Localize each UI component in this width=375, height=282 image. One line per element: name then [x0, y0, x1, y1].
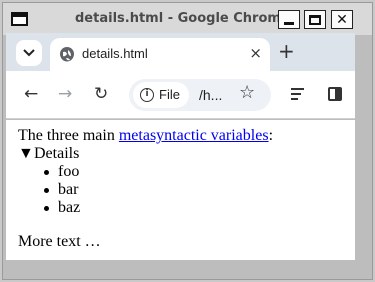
- close-icon: ✕: [336, 11, 348, 28]
- page-content: The three main metasyntactic variables: …: [6, 120, 355, 260]
- url-text[interactable]: /h...: [199, 87, 222, 103]
- title-bar: details.html - Google Chrome ✕: [3, 3, 372, 35]
- reading-list-icon[interactable]: [291, 88, 305, 100]
- summary-label: Details: [34, 145, 80, 162]
- info-icon: i: [140, 88, 154, 102]
- window-title: details.html - Google Chrome: [75, 11, 290, 26]
- tab-search-button[interactable]: [16, 40, 42, 66]
- maximize-icon: [309, 14, 321, 25]
- intro-paragraph: The three main metasyntactic variables:: [18, 127, 355, 145]
- tab-details[interactable]: details.html ×: [50, 38, 270, 71]
- intro-text: The three main: [18, 127, 119, 144]
- intro-suffix: :: [268, 127, 274, 144]
- details-summary[interactable]: ▼Details: [18, 145, 355, 163]
- chevron-down-icon: [23, 49, 35, 57]
- list-item: baz: [42, 199, 355, 217]
- tab-close-icon[interactable]: ×: [249, 44, 262, 62]
- new-tab-button[interactable]: +: [278, 41, 295, 61]
- minimize-button[interactable]: [278, 10, 300, 29]
- close-window-button[interactable]: ✕: [331, 10, 353, 29]
- more-text: More text …: [18, 233, 101, 250]
- reload-button[interactable]: ↻: [94, 85, 108, 103]
- globe-icon: [60, 47, 74, 62]
- tab-title: details.html: [82, 46, 148, 61]
- site-info-label: File: [159, 87, 180, 102]
- window-menu-icon[interactable]: [11, 12, 28, 26]
- back-button[interactable]: ←: [24, 85, 38, 103]
- tab-strip: details.html × +: [6, 33, 355, 71]
- bookmark-star-icon[interactable]: ☆: [239, 84, 255, 102]
- maximize-button[interactable]: [304, 10, 326, 29]
- disclosure-triangle-icon: ▼: [18, 145, 34, 162]
- navigation-toolbar: ← → ↻ i File /h... ☆: [6, 71, 355, 119]
- forward-button[interactable]: →: [58, 85, 72, 103]
- list-item: foo: [42, 163, 355, 181]
- site-info-chip[interactable]: i File: [133, 82, 189, 108]
- details-list: foo bar baz: [42, 163, 355, 217]
- metasyntactic-link[interactable]: metasyntactic variables: [119, 127, 269, 144]
- minimize-icon: [284, 22, 294, 25]
- list-item: bar: [42, 181, 355, 199]
- side-panel-icon[interactable]: [328, 87, 342, 101]
